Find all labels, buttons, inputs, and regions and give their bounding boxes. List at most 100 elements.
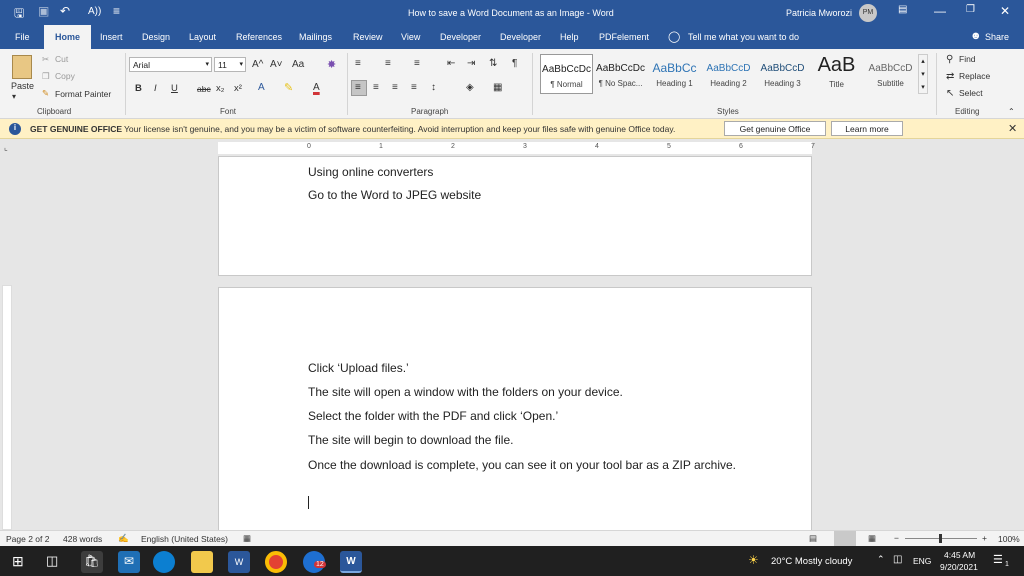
store-icon[interactable]: 🛍 bbox=[81, 551, 103, 573]
replace-button[interactable]: Replace bbox=[959, 71, 990, 81]
tab-file[interactable]: File bbox=[15, 32, 30, 42]
format-painter-button[interactable]: Format Painter bbox=[55, 89, 111, 99]
align-left-button[interactable]: ≡ bbox=[351, 80, 367, 96]
paragraph[interactable]: Using online converters bbox=[308, 164, 748, 180]
close-icon[interactable]: ✕ bbox=[1000, 4, 1010, 18]
tab-references[interactable]: References bbox=[236, 32, 282, 42]
avatar[interactable]: PM bbox=[859, 4, 877, 22]
print-layout-button[interactable] bbox=[834, 531, 856, 546]
zoom-in-icon[interactable]: + bbox=[982, 533, 987, 543]
minimize-icon[interactable]: — bbox=[934, 4, 946, 18]
line-spacing-icon[interactable]: ↕ bbox=[431, 82, 436, 93]
share-button[interactable]: Share bbox=[985, 32, 1009, 42]
word-count[interactable]: 428 words bbox=[63, 534, 102, 544]
paragraph[interactable]: The site will open a window with the fol… bbox=[308, 384, 748, 400]
proofing-icon[interactable]: ✍ bbox=[118, 533, 129, 544]
paragraph[interactable]: Once the download is complete, you can s… bbox=[308, 457, 738, 473]
paragraph[interactable]: Select the folder with the PDF and click… bbox=[308, 408, 748, 424]
network-icon[interactable]: ◫ bbox=[893, 554, 902, 565]
task-view-icon[interactable]: ◫ bbox=[46, 553, 58, 569]
styles-scroll[interactable]: ▴▾▾ bbox=[918, 54, 928, 94]
tab-review[interactable]: Review bbox=[353, 32, 383, 42]
decrease-indent-icon[interactable]: ⇤ bbox=[447, 58, 455, 69]
style-heading-3[interactable]: AaBbCcDHeading 3 bbox=[756, 54, 809, 94]
tab-developer-2[interactable]: Developer bbox=[500, 32, 541, 42]
web-layout-icon[interactable]: ▦ bbox=[868, 533, 876, 544]
paragraph[interactable]: The site will begin to download the file… bbox=[308, 432, 748, 448]
undo-icon[interactable]: ↶ bbox=[60, 4, 70, 18]
word-doc-icon[interactable]: W bbox=[228, 551, 250, 573]
clear-formatting-icon[interactable]: ✸ bbox=[327, 58, 336, 71]
clock-date[interactable]: 9/20/2021 bbox=[940, 562, 978, 572]
grow-font-button[interactable]: A^ bbox=[252, 59, 263, 70]
chevron-up-icon[interactable]: ⌃ bbox=[877, 554, 885, 565]
italic-button[interactable]: I bbox=[154, 83, 157, 94]
multilevel-list-icon[interactable]: ≡ bbox=[414, 58, 420, 69]
save-icon[interactable]: 🖫 bbox=[14, 4, 24, 25]
strikethrough-button[interactable]: abc bbox=[197, 84, 211, 94]
subscript-button[interactable]: x₂ bbox=[216, 83, 224, 94]
tab-layout[interactable]: Layout bbox=[189, 32, 216, 42]
file-explorer-icon[interactable] bbox=[191, 551, 213, 573]
paste-dropdown-icon[interactable]: ▾ bbox=[12, 92, 16, 101]
tab-insert[interactable]: Insert bbox=[100, 32, 123, 42]
edge-icon[interactable] bbox=[153, 551, 175, 573]
tab-selector[interactable]: ⌞ bbox=[4, 143, 8, 152]
zoom-thumb[interactable] bbox=[939, 534, 942, 543]
tab-mailings[interactable]: Mailings bbox=[299, 32, 332, 42]
notification-center-icon[interactable]: ☰ bbox=[993, 553, 1003, 566]
text-effects-icon[interactable]: A bbox=[258, 82, 265, 93]
user-name[interactable]: Patricia Mworozi bbox=[786, 8, 852, 18]
tab-home[interactable]: Home bbox=[44, 25, 91, 49]
sort-icon[interactable]: ⇅ bbox=[489, 58, 497, 69]
style-subtitle[interactable]: AaBbCcDSubtitle bbox=[864, 54, 917, 94]
cut-button[interactable]: Cut bbox=[55, 54, 68, 64]
shading-icon[interactable]: ◈ bbox=[466, 82, 474, 93]
font-color-icon[interactable]: A bbox=[313, 82, 320, 93]
word-icon[interactable]: W bbox=[340, 551, 362, 573]
align-right-icon[interactable]: ≡ bbox=[392, 82, 398, 93]
paragraph[interactable]: Go to the Word to JPEG website bbox=[308, 187, 748, 203]
page-2[interactable]: Click ‘Upload files.’ The site will open… bbox=[218, 287, 812, 532]
style-heading-1[interactable]: AaBbCcHeading 1 bbox=[648, 54, 701, 94]
style-title[interactable]: AaBTitle bbox=[810, 54, 863, 94]
autosave-icon[interactable]: ▣ bbox=[38, 4, 49, 18]
select-button[interactable]: Select bbox=[959, 88, 983, 98]
customize-qat-icon[interactable]: ≡ bbox=[113, 4, 120, 18]
paragraph[interactable]: Click ‘Upload files.’ bbox=[308, 360, 748, 376]
increase-indent-icon[interactable]: ⇥ bbox=[467, 58, 475, 69]
superscript-button[interactable]: x² bbox=[234, 83, 242, 94]
chrome-icon[interactable] bbox=[265, 551, 287, 573]
windows-start-icon[interactable]: ⊞ bbox=[12, 553, 24, 570]
page-count[interactable]: Page 2 of 2 bbox=[6, 534, 49, 544]
accessibility-icon[interactable]: ▦ bbox=[243, 533, 251, 544]
paste-button[interactable]: Paste bbox=[11, 81, 34, 91]
numbering-icon[interactable]: ≡ bbox=[385, 58, 391, 69]
page-1[interactable]: Using online converters Go to the Word t… bbox=[218, 156, 812, 276]
style-normal[interactable]: AaBbCcDc¶ Normal bbox=[540, 54, 593, 94]
zoom-out-icon[interactable]: − bbox=[894, 533, 899, 543]
clock-time[interactable]: 4:45 AM bbox=[944, 550, 975, 560]
close-icon[interactable]: ✕ bbox=[1008, 122, 1017, 135]
font-name-select[interactable]: Arial▾ bbox=[129, 57, 212, 72]
font-size-select[interactable]: 11▾ bbox=[214, 57, 246, 72]
read-mode-icon[interactable]: ▤ bbox=[809, 533, 817, 544]
tell-me-search[interactable]: Tell me what you want to do bbox=[688, 32, 799, 42]
learn-more-button[interactable]: Learn more bbox=[831, 121, 903, 136]
copy-button[interactable]: Copy bbox=[55, 71, 75, 81]
align-center-icon[interactable]: ≡ bbox=[373, 82, 379, 93]
borders-icon[interactable]: ▦ bbox=[493, 82, 502, 93]
paste-icon[interactable] bbox=[12, 55, 32, 79]
horizontal-ruler[interactable]: 01234567 bbox=[218, 142, 812, 154]
language-indicator[interactable]: ENG bbox=[913, 556, 931, 566]
shrink-font-button[interactable]: A˅ bbox=[270, 59, 283, 70]
bold-button[interactable]: B bbox=[135, 83, 142, 94]
bullets-icon[interactable]: ≡ bbox=[355, 58, 361, 69]
vertical-ruler[interactable] bbox=[2, 285, 12, 530]
tab-help[interactable]: Help bbox=[560, 32, 579, 42]
find-button[interactable]: Find bbox=[959, 54, 976, 64]
tab-view[interactable]: View bbox=[401, 32, 420, 42]
highlight-icon[interactable]: ✎ bbox=[284, 81, 293, 94]
get-genuine-office-button[interactable]: Get genuine Office bbox=[724, 121, 826, 136]
show-marks-icon[interactable]: ¶ bbox=[512, 58, 517, 69]
